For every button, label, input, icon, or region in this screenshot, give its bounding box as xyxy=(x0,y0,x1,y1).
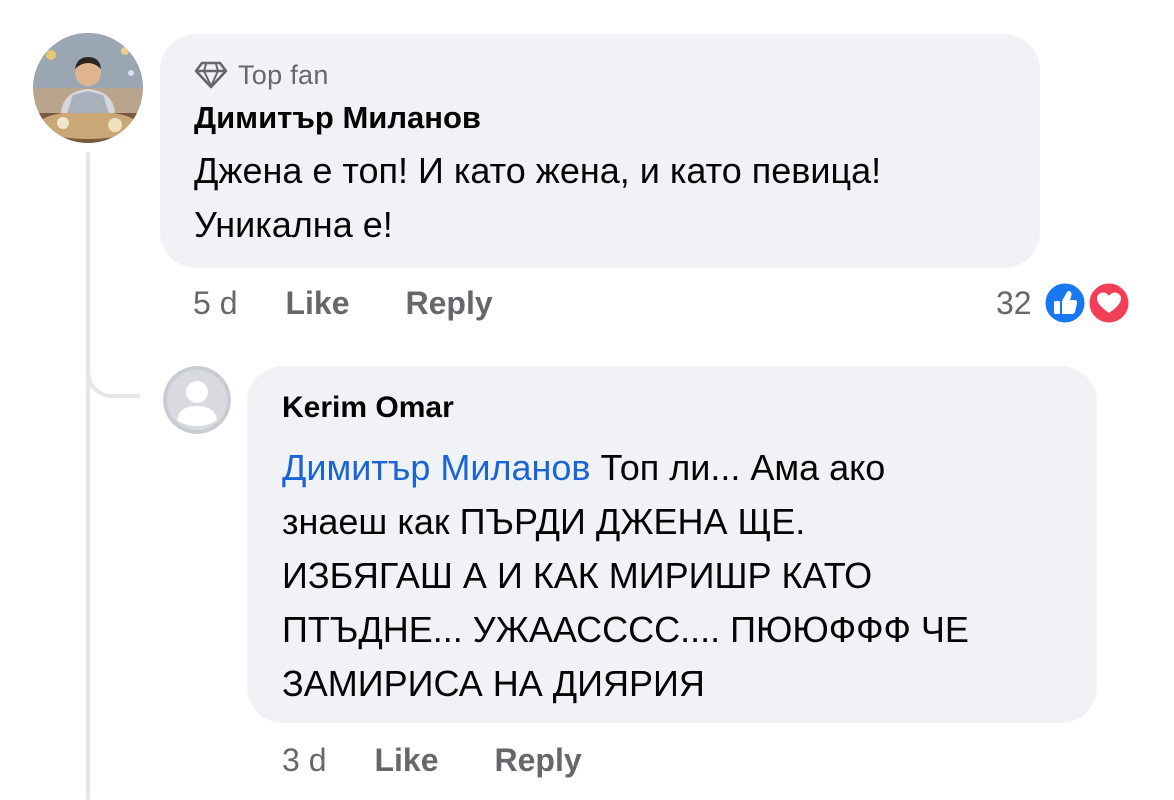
reply-text-line: знаеш как ПЪРДИ ДЖЕНА ЩЕ. xyxy=(282,501,806,542)
comment-timestamp[interactable]: 5 d xyxy=(193,285,237,322)
comment-author[interactable]: Димитър Миланов xyxy=(194,98,1006,138)
like-icon xyxy=(1042,280,1088,331)
reply-button[interactable]: Reply xyxy=(495,742,582,779)
reply-text-fragment: Топ ли... Ама ако xyxy=(590,447,886,488)
reply-text-line: ПТЪДНЕ... УЖААСССС.... ПЮЮФФФ ЧЕ xyxy=(282,609,969,650)
reaction-icons xyxy=(1042,276,1134,330)
reply-text-line: Димитър Миланов Топ ли... Ама ако xyxy=(282,441,1062,495)
mention-link[interactable]: Димитър Миланов xyxy=(282,447,591,488)
reply-actions: 3 d Like Reply xyxy=(282,740,638,780)
reply-timestamp[interactable]: 3 d xyxy=(282,742,326,779)
thread-branch-line xyxy=(86,330,140,398)
diamond-icon xyxy=(194,61,228,89)
reply-text-line: ЗАМИРИСА НА ДИЯРИЯ xyxy=(282,663,705,704)
comment-text: Джена е топ! И като жена, и като певица!… xyxy=(194,144,1006,252)
comment-bubble: Top fan Димитър Миланов Джена е топ! И к… xyxy=(160,34,1040,268)
badge-label: Top fan xyxy=(238,59,329,90)
reply-button[interactable]: Reply xyxy=(406,285,493,322)
love-icon xyxy=(1086,280,1132,331)
comment-actions: 5 d Like Reply xyxy=(193,283,549,323)
reply-text-line: ИЗБЯГАШ А И КАК МИРИШР КАТО xyxy=(282,555,873,596)
top-fan-badge: Top fan xyxy=(194,58,1006,92)
comment-text-line: Уникална е! xyxy=(194,204,393,245)
reply-author[interactable]: Kerim Omar xyxy=(282,388,1062,428)
reply-text: Димитър Миланов Топ ли... Ама ако знаеш … xyxy=(282,441,1062,711)
avatar-placeholder[interactable] xyxy=(163,366,231,434)
like-button[interactable]: Like xyxy=(374,742,438,779)
reaction-count: 32 xyxy=(996,284,1032,321)
reaction-summary[interactable]: 32 xyxy=(996,276,1134,330)
comment-text-line: Джена е топ! И като жена, и като певица! xyxy=(194,150,882,191)
reply-bubble: Kerim Omar Димитър Миланов Топ ли... Ама… xyxy=(247,366,1097,723)
thread-line xyxy=(86,152,90,800)
avatar[interactable] xyxy=(33,33,143,143)
like-button[interactable]: Like xyxy=(285,285,349,322)
